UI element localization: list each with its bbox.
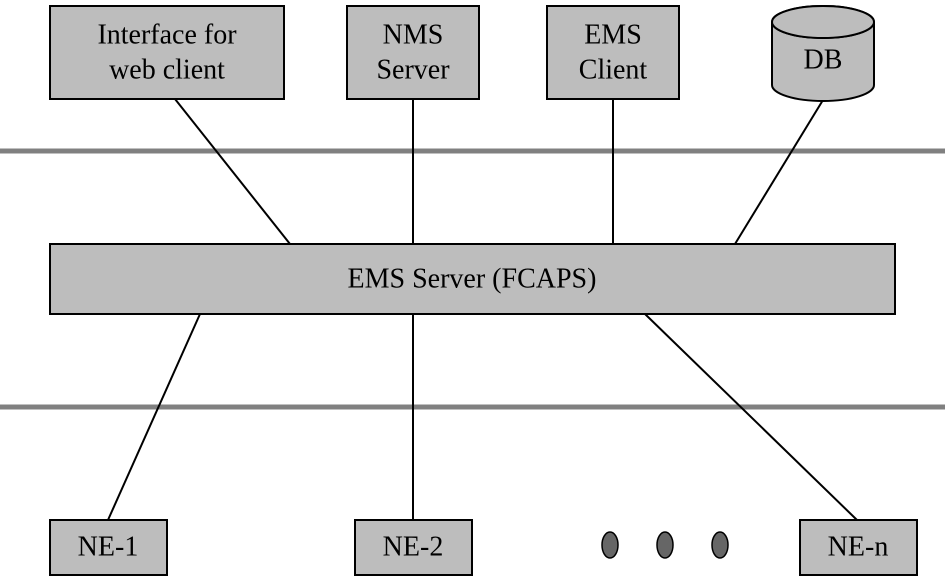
ne2-label: NE-2	[383, 531, 444, 562]
nen-label: NE-n	[828, 531, 889, 562]
node-nms-server: NMS Server	[347, 6, 479, 99]
db-label: DB	[804, 44, 843, 75]
nms-line1: NMS	[383, 19, 444, 50]
ems-server-label: EMS Server (FCAPS)	[348, 263, 597, 294]
ems-client-line1: EMS	[584, 19, 642, 50]
node-ems-server: EMS Server (FCAPS)	[50, 244, 895, 314]
link-ems-nen	[645, 314, 857, 520]
ne1-label: NE-1	[78, 531, 139, 562]
nms-line2: Server	[376, 54, 450, 85]
link-db-ems	[735, 100, 823, 244]
link-ems-ne1	[108, 314, 200, 520]
node-nen: NE-n	[800, 520, 917, 575]
interface-line2: web client	[109, 54, 225, 85]
interface-line1: Interface for	[97, 19, 237, 50]
node-db: DB	[772, 6, 874, 101]
node-ems-client: EMS Client	[547, 6, 679, 99]
link-interface-ems	[175, 99, 290, 244]
architecture-diagram: Interface for web client NMS Server EMS …	[0, 0, 945, 582]
ellipsis	[602, 532, 728, 558]
node-interface-web-client: Interface for web client	[50, 6, 284, 99]
node-ne1: NE-1	[50, 520, 167, 575]
ems-client-line2: Client	[579, 54, 648, 85]
node-ne2: NE-2	[355, 520, 472, 575]
